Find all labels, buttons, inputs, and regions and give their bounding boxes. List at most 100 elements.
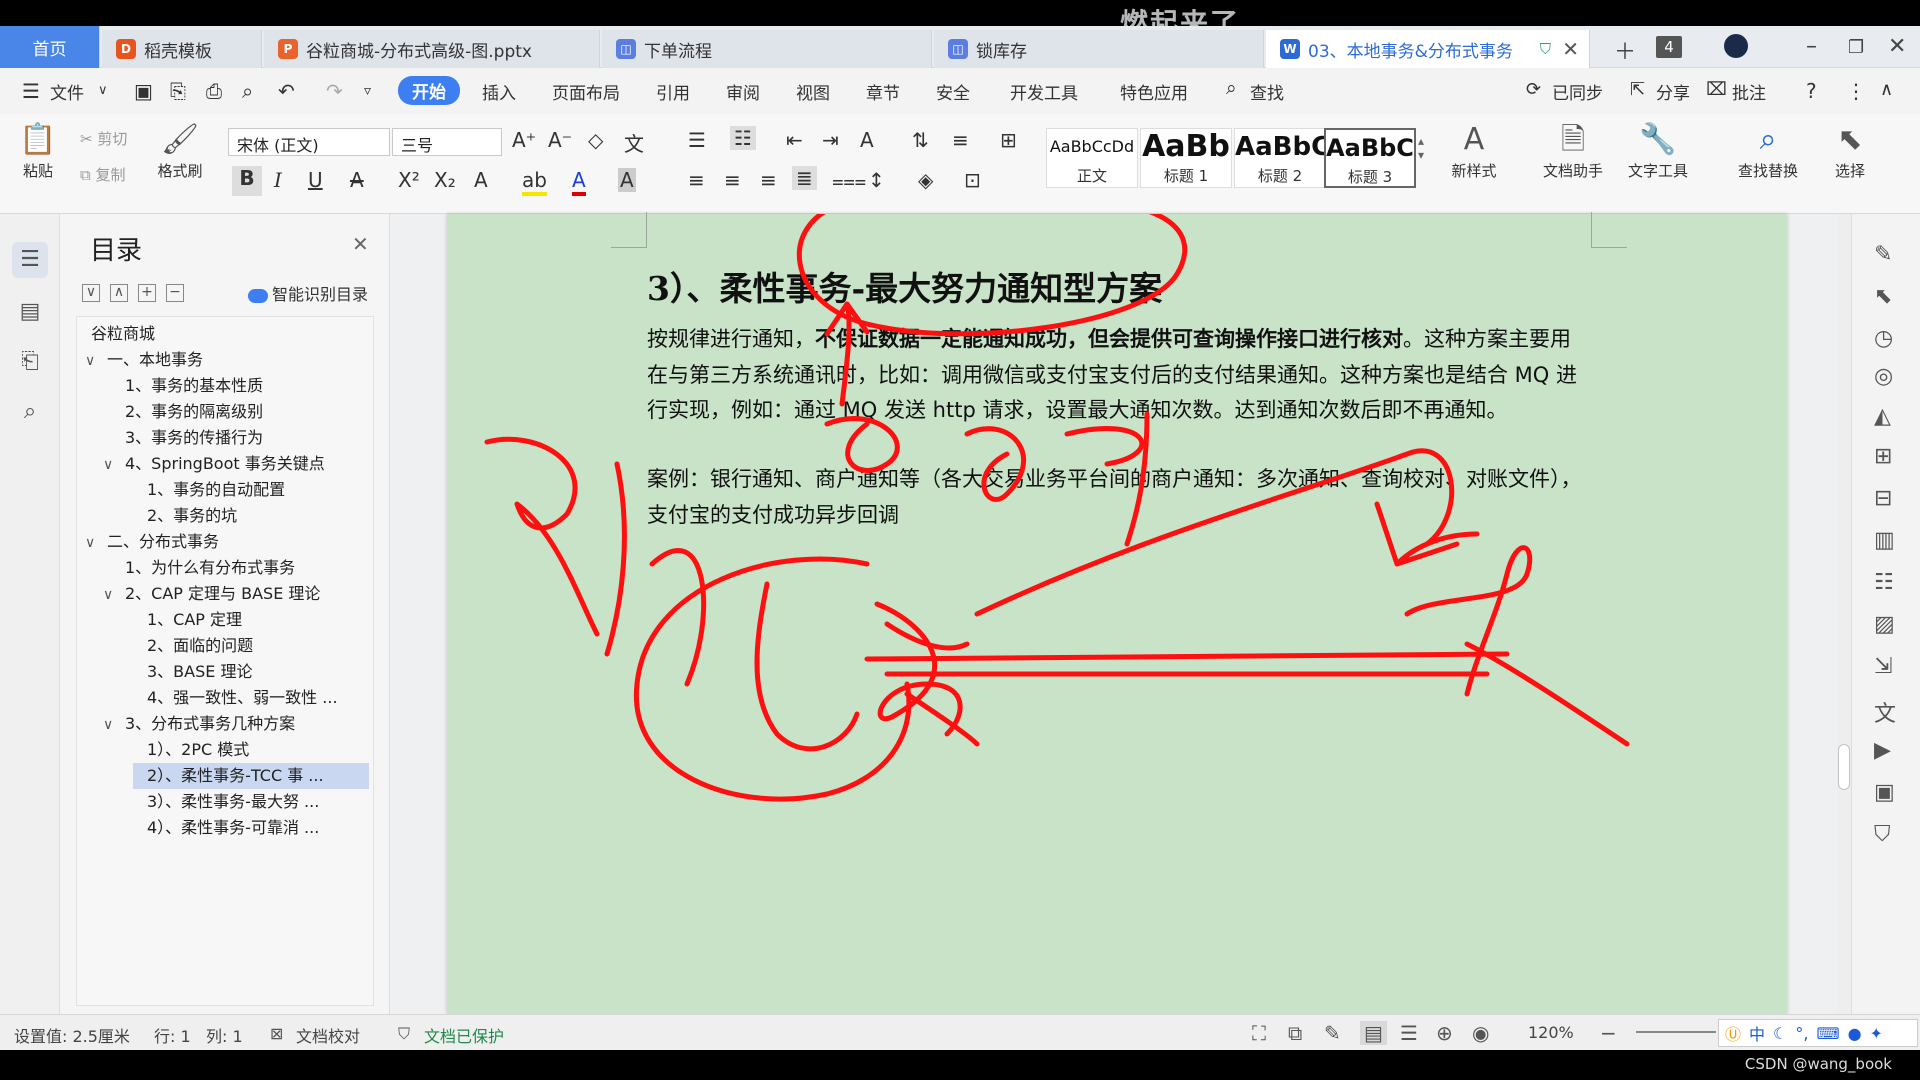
output-icon[interactable]: ⎘ [170, 79, 186, 103]
toc-item[interactable]: ∨ 4、SpringBoot 事务关键点 [103, 451, 325, 477]
toc-item[interactable]: 1、事务的基本性质 [125, 373, 263, 399]
add-heading-icon[interactable]: + [138, 284, 156, 302]
tab-pptx-file[interactable]: P 谷粒商城-分布式高级-图.pptx [264, 30, 600, 68]
undo-icon[interactable]: ↶ [278, 79, 295, 103]
zoom-out-icon[interactable]: − [1600, 1021, 1617, 1045]
comment-icon[interactable]: ⌧ [1706, 79, 1727, 100]
toc-item[interactable]: ∨ 2、CAP 定理与 BASE 理论 [103, 581, 320, 607]
toc-item[interactable]: 谷粒商城 [91, 321, 155, 347]
toc-item[interactable]: 2、面临的问题 [147, 633, 253, 659]
toc-item[interactable]: 1、CAP 定理 [147, 607, 242, 633]
toc-item[interactable]: ∨ 二、分布式事务 [85, 529, 219, 555]
ime-mode[interactable]: 中 [1749, 1021, 1765, 1045]
chevron-down-icon[interactable]: ∨ [85, 530, 107, 556]
superscript-icon[interactable]: X² [398, 168, 420, 192]
menu-search[interactable]: 查找 [1250, 79, 1284, 104]
table-icon[interactable]: ⊞ [1874, 444, 1892, 469]
toc-item[interactable]: 4）、柔性事务-可靠消 ... [147, 815, 319, 841]
vertical-scrollbar[interactable] [1837, 214, 1851, 1014]
bullet-list-icon[interactable]: ☰ [688, 128, 706, 152]
paste-button[interactable]: 📋 粘贴 [6, 120, 70, 181]
fullscreen-icon[interactable]: ⛶ [1252, 1021, 1266, 1045]
align-center-icon[interactable]: ≡ [724, 168, 741, 192]
toc-item[interactable]: ∨ 一、本地事务 [85, 347, 203, 373]
tools-icon[interactable]: ✦ [1870, 1024, 1883, 1043]
font-color-icon[interactable]: A [572, 168, 586, 196]
outline-view-icon[interactable]: ☰ [1400, 1021, 1418, 1045]
toc-item[interactable]: 1、事务的自动配置 [147, 477, 285, 503]
read-mode-icon[interactable]: ⧉ [1288, 1021, 1302, 1045]
tab-order-flow[interactable]: ◫ 下单流程 [602, 30, 932, 68]
hamburger-menu-icon[interactable]: ☰ [22, 79, 40, 103]
tab-count-badge[interactable]: 4 [1656, 36, 1682, 58]
new-style-button[interactable]: A 新样式 [1442, 120, 1506, 181]
doc-assistant-button[interactable]: 🗎 文档助手 [1538, 120, 1608, 181]
remove-heading-icon[interactable]: − [166, 284, 184, 302]
clear-format-icon[interactable]: ◇ [588, 128, 603, 152]
grow-font-icon[interactable]: A⁺ [512, 128, 536, 152]
redo-icon[interactable]: ↷ [326, 79, 343, 103]
export-icon[interactable]: ⇲ [1874, 654, 1892, 679]
chinese-layout-icon[interactable]: A [860, 128, 874, 152]
tab-lock-stock[interactable]: ◫ 锁库存 [934, 30, 1264, 68]
moon-icon[interactable]: ☾ [1773, 1024, 1787, 1043]
toc-item[interactable]: 2、事务的隔离级别 [125, 399, 263, 425]
toc-item[interactable]: 3）、柔性事务-最大努 ... [147, 789, 319, 815]
new-tab-plus-icon[interactable]: ＋ [1614, 34, 1636, 66]
page-setting-value[interactable]: 设置值: 2.5厘米 [14, 1023, 130, 1047]
help-icon[interactable]: ? [1806, 79, 1817, 103]
punctuation-icon[interactable]: °, [1795, 1024, 1808, 1043]
chevron-down-icon[interactable]: ∨ [103, 582, 125, 608]
synced-status[interactable]: 已同步 [1552, 79, 1603, 104]
sliders-icon[interactable]: ☷ [1874, 570, 1894, 595]
quick-access-chevron-icon[interactable]: ▿ [364, 83, 371, 99]
write-mode-icon[interactable]: ✎ [1324, 1021, 1341, 1045]
toc-item[interactable]: 1、为什么有分布式事务 [125, 555, 295, 581]
translate-icon[interactable]: 文 [1874, 696, 1896, 728]
format-painter-button[interactable]: 🖌 格式刷 [148, 120, 212, 181]
close-icon[interactable]: ✕ [352, 232, 369, 256]
print-icon[interactable]: ⎙ [206, 79, 222, 103]
shape-icon[interactable]: ◎ [1874, 364, 1893, 389]
increase-indent-icon[interactable]: ⇥ [822, 128, 839, 152]
page-view-icon[interactable]: ▤ [1360, 1021, 1387, 1045]
minimize-icon[interactable]: – [1806, 34, 1817, 59]
tab-home[interactable]: 首页 [0, 26, 100, 68]
thumbnail-icon[interactable]: ▤ [12, 294, 48, 330]
doc-protected-status[interactable]: 文档已保护 [424, 1023, 504, 1047]
chart-icon[interactable]: ▥ [1874, 528, 1895, 553]
chevron-down-icon[interactable]: ∨ [85, 348, 107, 374]
web-view-icon[interactable]: ⊕ [1436, 1021, 1453, 1045]
menu-chapter[interactable]: 章节 [866, 79, 900, 104]
menu-view[interactable]: 视图 [796, 79, 830, 104]
shield-icon[interactable]: ⛉ [1874, 822, 1891, 847]
menu-security[interactable]: 安全 [936, 79, 970, 104]
sort-icon[interactable]: ⇅ [912, 128, 929, 152]
menu-file[interactable]: 文件 [50, 79, 84, 104]
image-icon[interactable]: ▨ [1874, 612, 1895, 637]
clock-icon[interactable]: ◷ [1874, 326, 1893, 351]
menu-special-apps[interactable]: 特色应用 [1120, 79, 1188, 104]
pen-icon[interactable]: ✎ [1874, 242, 1892, 267]
menu-references[interactable]: 引用 [656, 79, 690, 104]
format-icon[interactable]: ◭ [1874, 404, 1891, 429]
highlight-icon[interactable]: ab [522, 168, 547, 196]
menu-page-layout[interactable]: 页面布局 [552, 79, 620, 104]
toc-item[interactable]: 4、强一致性、弱一致性 ... [147, 685, 338, 711]
underline-icon[interactable]: U [308, 168, 323, 192]
paragraph-spacing-icon[interactable]: ↕ [868, 168, 885, 192]
smart-toc-button[interactable]: 智能识别目录 [248, 281, 368, 305]
line-spacing-icon[interactable]: ≡ [952, 128, 969, 152]
share-icon[interactable]: ⇱ [1630, 79, 1645, 100]
avatar[interactable] [1724, 34, 1748, 58]
shading-icon[interactable]: ◈ [918, 168, 933, 192]
document-canvas[interactable]: 3）、柔性事务-最大努力通知型方案 按规律进行通知，不保证数据一定能通知成功，但… [390, 212, 1850, 1014]
scrollbar-thumb[interactable] [1838, 744, 1850, 790]
text-effect-icon[interactable]: A [474, 168, 488, 192]
numbered-list-icon[interactable]: ☷ [730, 126, 756, 150]
toc-item[interactable]: 2、事务的坑 [147, 503, 237, 529]
distribute-icon[interactable]: ⩶ [832, 168, 866, 192]
strikethrough-icon[interactable]: A [350, 168, 364, 192]
menu-start[interactable]: 开始 [398, 76, 460, 105]
sync-icon[interactable]: ⟳ [1526, 79, 1541, 100]
